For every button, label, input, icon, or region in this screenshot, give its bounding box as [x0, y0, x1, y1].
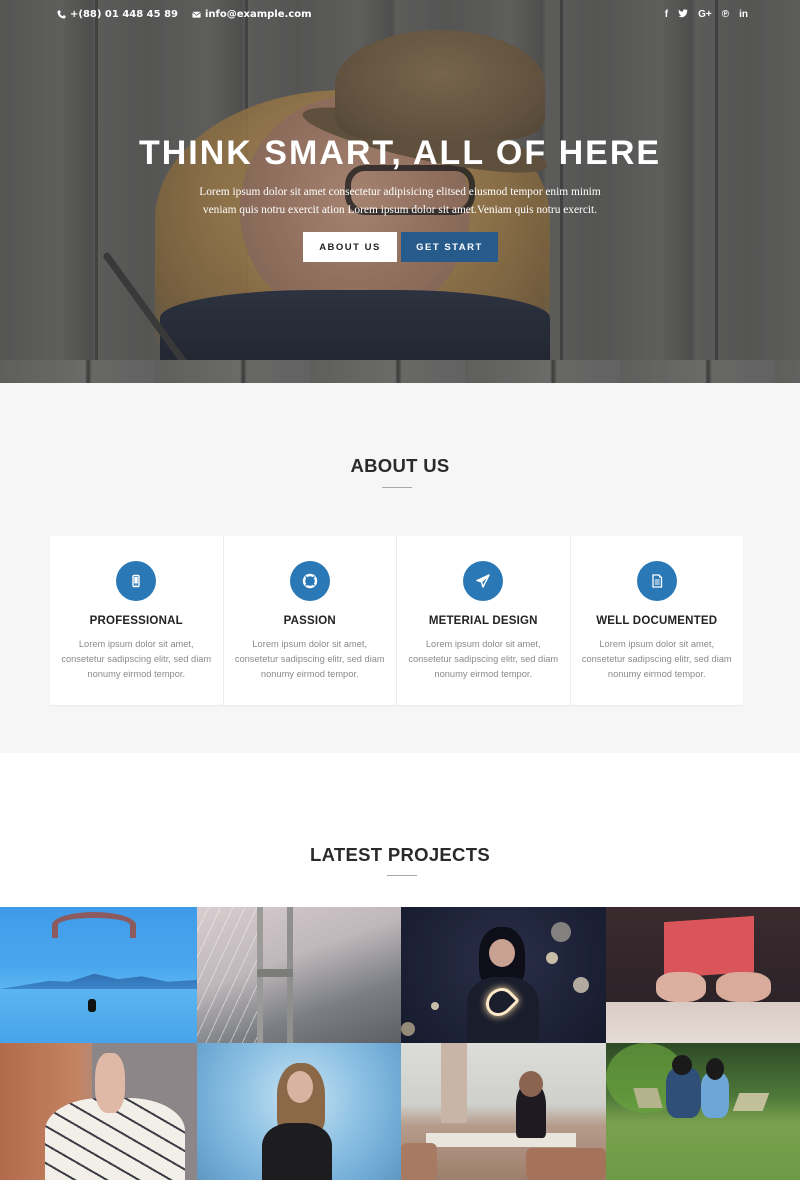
about-title-divider [382, 487, 412, 488]
hero-subtitle: Lorem ipsum dolor sit amet consectetur a… [199, 186, 601, 216]
top-bar: +(88) 01 448 45 89 info@example.com f G+… [0, 0, 800, 30]
contact-info: +(88) 01 448 45 89 info@example.com [57, 9, 312, 20]
hero-buttons: ABOUT US GET START [303, 232, 498, 262]
man-hair [672, 1055, 692, 1075]
about-us-button[interactable]: ABOUT US [303, 232, 397, 262]
phone-icon [57, 10, 66, 19]
hero-banner: +(88) 01 448 45 89 info@example.com f G+… [0, 0, 800, 383]
bokeh-light [401, 1022, 415, 1036]
project-tile-blue-smoke[interactable] [197, 1043, 401, 1180]
feature-card-text: Lorem ipsum dolor sit amet, consetetur s… [581, 639, 732, 679]
feature-card-text: Lorem ipsum dolor sit amet, consetetur s… [61, 639, 212, 679]
feature-card-title: METERIAL DESIGN [428, 615, 538, 627]
paraglider-pilot [88, 999, 96, 1012]
get-start-button[interactable]: GET START [401, 232, 498, 262]
table [426, 1133, 576, 1147]
bokeh-light [573, 977, 589, 993]
laptop [732, 1093, 770, 1111]
mountain-silhouette [0, 973, 197, 989]
woman-face [489, 939, 515, 967]
left-hand [656, 972, 706, 1002]
projects-title-divider [387, 875, 417, 876]
feature-card-title: PASSION [283, 615, 336, 627]
feature-card-text: Lorem ipsum dolor sit amet, consetetur s… [234, 639, 385, 679]
google-plus-icon[interactable]: G+ [698, 8, 712, 22]
twitter-icon[interactable] [678, 8, 688, 22]
laptop [633, 1088, 663, 1108]
document-icon [636, 561, 677, 601]
project-tile-light-heart[interactable] [401, 907, 606, 1043]
phone-contact[interactable]: +(88) 01 448 45 89 [57, 9, 178, 20]
phone-number: +(88) 01 448 45 89 [70, 9, 178, 20]
project-tile-paraglider[interactable] [0, 907, 197, 1043]
social-links: f G+ ℗ in [665, 8, 748, 22]
envelope-icon [192, 11, 201, 18]
bridge-cables [197, 907, 257, 1043]
feature-card-text: Lorem ipsum dolor sit amet, consetetur s… [408, 639, 559, 679]
project-gallery [0, 907, 800, 1180]
right-hand [716, 972, 771, 1002]
feature-card-passion: PASSION Lorem ipsum dolor sit amet, cons… [224, 536, 397, 705]
project-tile-bridge[interactable] [197, 907, 401, 1043]
bokeh-light [546, 952, 558, 964]
linkedin-icon[interactable]: in [739, 8, 748, 22]
man-denim-jacket [666, 1068, 701, 1118]
about-title: ABOUT US [350, 455, 450, 476]
paper-plane-icon [463, 561, 504, 601]
pinterest-icon[interactable]: ℗ [722, 8, 729, 22]
about-section: ABOUT US PROFESSIONAL Lorem ipsum dolor … [0, 383, 800, 753]
email-address: info@example.com [204, 9, 312, 20]
mobile-icon [116, 561, 157, 601]
projects-title: LATEST PROJECTS [310, 844, 490, 865]
paraglider-wing [52, 912, 136, 938]
facebook-icon[interactable]: f [665, 8, 668, 22]
email-contact[interactable]: info@example.com [192, 9, 312, 20]
feature-cards: PROFESSIONAL Lorem ipsum dolor sit amet,… [50, 536, 743, 705]
bokeh-light [551, 922, 571, 942]
black-sweater [262, 1123, 332, 1180]
hero-title: THINK SMART, ALL OF HERE [138, 134, 662, 172]
hand [95, 1053, 125, 1113]
woman-hair [519, 1071, 543, 1097]
lifebuoy-icon [289, 561, 330, 601]
project-tile-plaid-coat[interactable] [0, 1043, 197, 1180]
project-tile-red-book[interactable] [606, 907, 800, 1043]
project-tile-couple-laptops[interactable] [606, 1043, 800, 1180]
feature-card-well-documented: WELL DOCUMENTED Lorem ipsum dolor sit am… [571, 536, 744, 705]
woman-hair [706, 1058, 724, 1080]
red-book [664, 915, 754, 979]
woman-face [287, 1071, 313, 1103]
bokeh-light [431, 1002, 439, 1010]
feature-card-material-design: METERIAL DESIGN Lorem ipsum dolor sit am… [397, 536, 571, 705]
bridge-crossbeam [257, 969, 293, 977]
chair [526, 1148, 606, 1180]
feature-card-title: WELL DOCUMENTED [596, 615, 718, 627]
feature-card-title: PROFESSIONAL [89, 615, 183, 627]
chair [401, 1143, 437, 1180]
column [441, 1043, 467, 1123]
project-tile-library-reader[interactable] [401, 1043, 606, 1180]
feature-card-professional: PROFESSIONAL Lorem ipsum dolor sit amet,… [50, 536, 224, 705]
